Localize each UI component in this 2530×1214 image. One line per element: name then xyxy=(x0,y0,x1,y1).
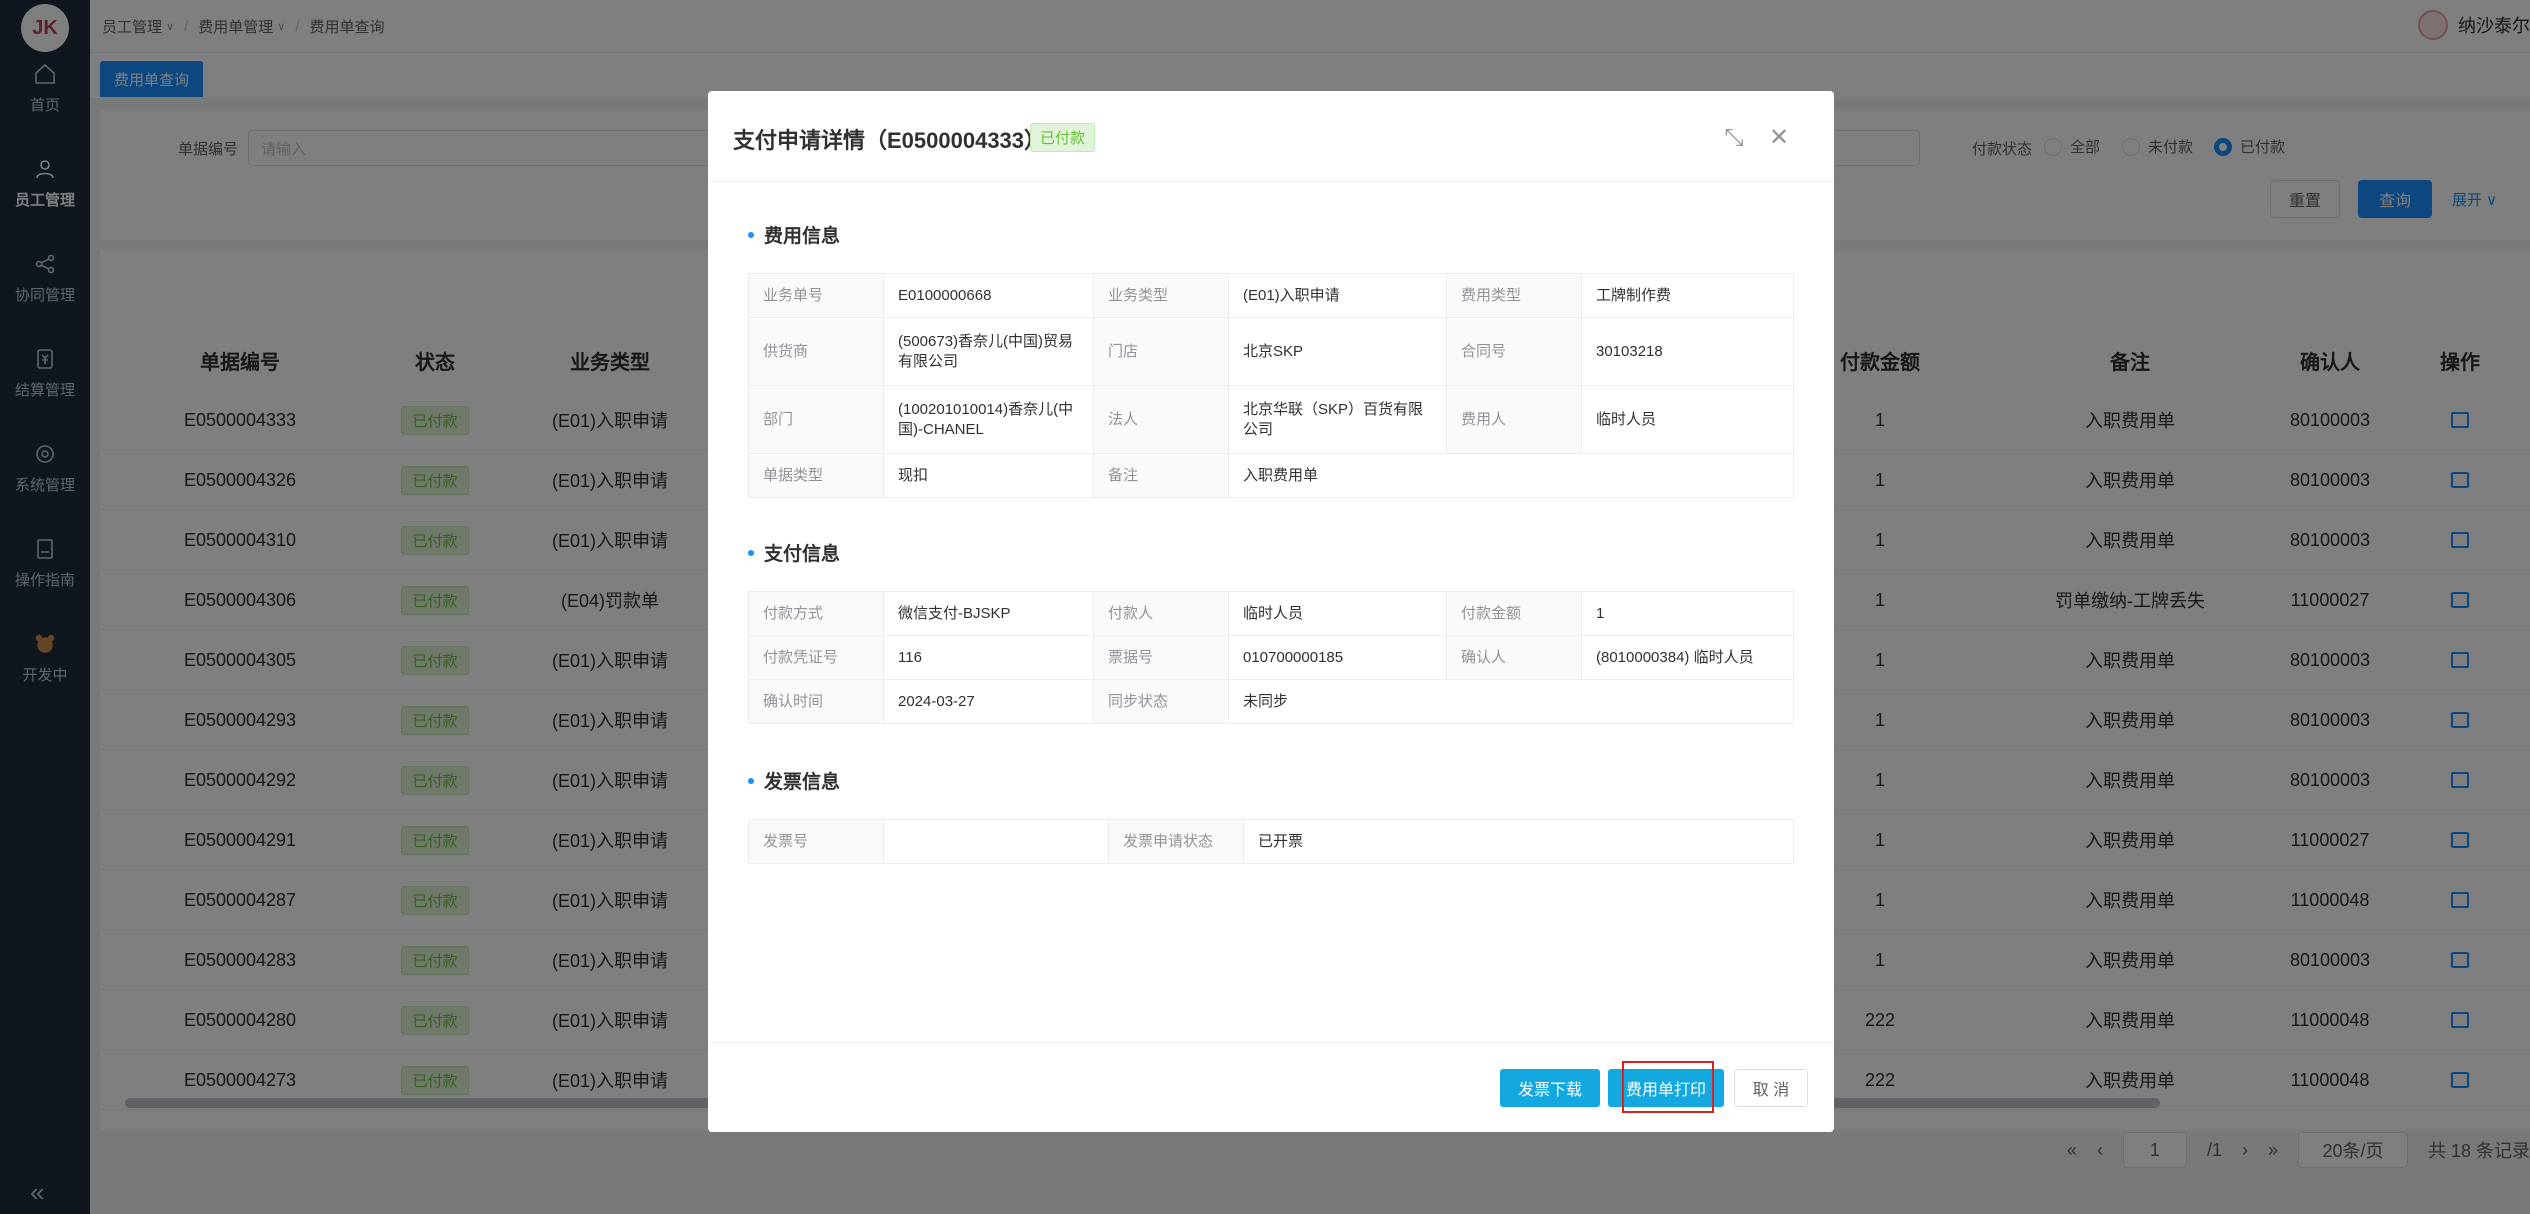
section-invoice: 发票信息 xyxy=(748,767,840,794)
fee-info-table: 业务单号 E0100000668 业务类型 (E01)入职申请 费用类型 工牌制作费 … xyxy=(748,273,1794,498)
cancel-button[interactable]: 取 消 xyxy=(1734,1069,1808,1107)
highlight-box xyxy=(1622,1061,1714,1113)
modal-header: 支付申请详情（E0500004333） 已付款 ⤡ ✕ xyxy=(708,91,1834,182)
fullscreen-icon[interactable]: ⤡ xyxy=(1723,126,1745,150)
section-fee: 费用信息 xyxy=(748,221,840,248)
invoice-download-button[interactable]: 发票下载 xyxy=(1500,1069,1600,1107)
close-icon[interactable]: ✕ xyxy=(1768,126,1790,150)
modal-title: 支付申请详情（E0500004333） xyxy=(733,128,1047,153)
pay-info-table: 付款方式 微信支付-BJSKP 付款人 临时人员 付款金额 1 付款凭证号 116 票据… xyxy=(748,591,1794,724)
section-pay: 支付信息 xyxy=(748,539,840,566)
status-badge: 已付款 xyxy=(1030,123,1096,152)
modal-footer: 发票下载 费用单打印 取 消 xyxy=(708,1042,1834,1132)
invoice-info-table: 发票号 发票申请状态 已开票 xyxy=(748,819,1794,864)
payment-detail-modal: 支付申请详情（E0500004333） 已付款 ⤡ ✕ 费用信息 业务单号 E01… xyxy=(708,91,1834,1132)
